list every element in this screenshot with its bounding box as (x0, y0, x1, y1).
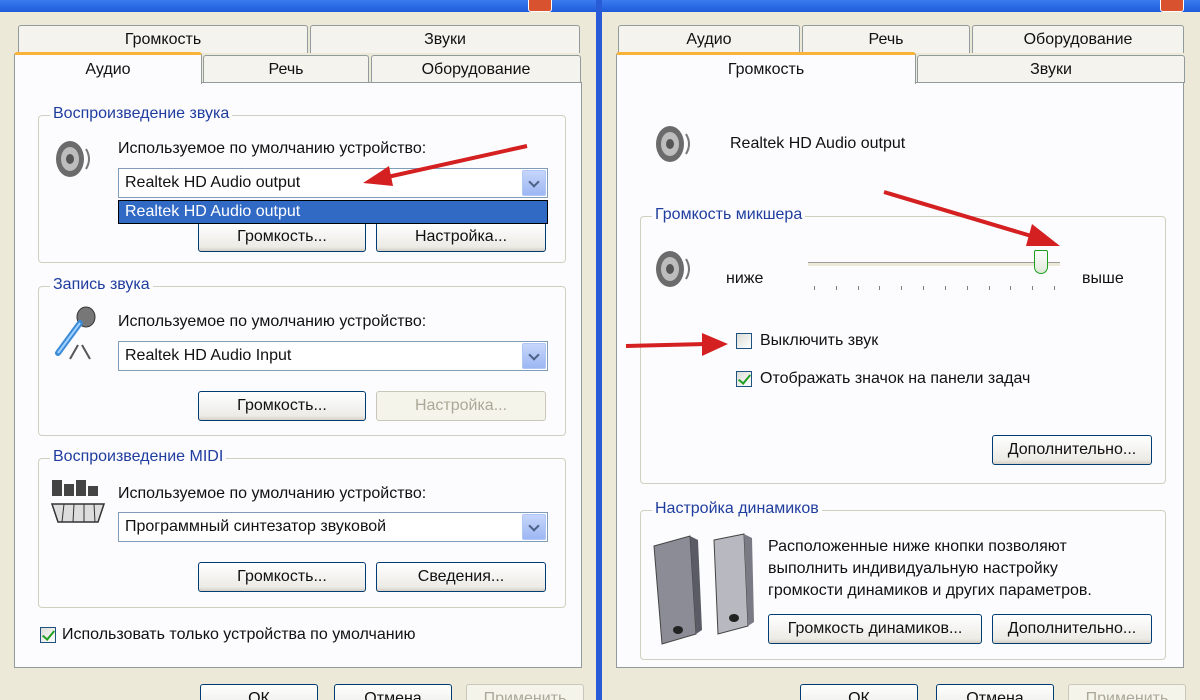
tab-speech[interactable]: Речь (203, 55, 369, 83)
speaker-icon (650, 245, 698, 293)
volume-slider-tick (879, 286, 880, 290)
volume-slider-tick (989, 286, 990, 290)
recording-device-label: Используемое по умолчанию устройство: (118, 313, 427, 330)
speaker-icon (50, 135, 98, 183)
volume-slider-tick (923, 286, 924, 290)
tab-sounds[interactable]: Звуки (310, 25, 580, 53)
right-cancel-button[interactable]: Отмена (936, 684, 1054, 700)
midi-group-label: Воспроизведение MIDI (50, 448, 227, 466)
playback-volume-button[interactable]: Громкость... (198, 222, 366, 252)
tab-volume[interactable]: Громкость (18, 25, 308, 53)
volume-slider-track (808, 262, 1060, 267)
midi-device-select[interactable]: Программный синтезатор звуковой (118, 512, 548, 542)
tab-audio[interactable]: Аудио (14, 52, 202, 84)
volume-slider-tick (1054, 286, 1055, 290)
speaker-icon (650, 120, 698, 168)
playback-group-label: Воспроизведение звука (50, 105, 233, 123)
recording-volume-button[interactable]: Громкость... (198, 391, 366, 421)
recording-device-select[interactable]: Realtek HD Audio Input (118, 341, 548, 371)
speaker-volume-button[interactable]: Громкость динамиков... (768, 614, 982, 644)
volume-slider-tick (945, 286, 946, 290)
midi-device-label: Используемое по умолчанию устройство: (118, 485, 427, 502)
recording-group-label: Запись звука (50, 276, 153, 294)
tray-icon-label: Отображать значок на панели задач (760, 370, 1031, 387)
tab-hardware[interactable]: Оборудование (972, 25, 1184, 53)
use-default-only-checkbox[interactable] (40, 627, 56, 643)
volume-slider-tick (858, 286, 859, 290)
speakers-icon (648, 530, 756, 648)
midi-volume-button[interactable]: Громкость... (198, 562, 366, 592)
tab-hardware-label: Оборудование (421, 60, 531, 78)
mixer-advanced-button[interactable]: Дополнительно... (992, 435, 1152, 465)
volume-high-label: выше (1082, 270, 1124, 287)
microphone-icon (48, 305, 100, 361)
mute-label: Выключить звук (760, 332, 879, 349)
volume-slider-tick (1010, 286, 1011, 290)
tray-icon-checkbox[interactable] (736, 371, 752, 387)
speakers-description-line-1: Расположенные ниже кнопки позволяют (768, 538, 1067, 555)
speakers-group-label: Настройка динамиков (652, 500, 822, 518)
recording-settings-button: Настройка... (376, 391, 546, 421)
use-default-only-label: Использовать только устройства по умолча… (62, 626, 416, 643)
volume-slider-tick (836, 286, 837, 290)
annotation-arrow-icon (363, 144, 528, 186)
volume-low-label: ниже (726, 270, 764, 287)
mixer-group-label: Громкость микшера (652, 206, 806, 224)
tab-sounds-label: Звуки (1030, 60, 1072, 78)
volume-slider[interactable] (808, 250, 1060, 296)
tab-speech[interactable]: Речь (802, 25, 970, 53)
left-apply-button: Применить (466, 684, 584, 700)
tab-speech-label: Речь (868, 30, 904, 48)
volume-slider-tick (967, 286, 968, 290)
left-close-button[interactable] (528, 0, 552, 12)
tab-audio[interactable]: Аудио (618, 25, 800, 53)
midi-device-value: Программный синтезатор звуковой (125, 518, 387, 535)
speakers-advanced-button[interactable]: Дополнительно... (992, 614, 1152, 644)
volume-slider-tick (1032, 286, 1033, 290)
tab-speech-label: Речь (268, 60, 304, 78)
volume-slider-tick (901, 286, 902, 290)
speakers-description-line-2: выполнить индивидуальную настройку (768, 560, 1058, 577)
tab-sounds[interactable]: Звуки (917, 55, 1185, 83)
annotation-arrow-icon (883, 190, 1060, 246)
left-cancel-button[interactable]: Отмена (334, 684, 452, 700)
volume-slider-tick (814, 286, 815, 290)
tab-hardware-label: Оборудование (1023, 30, 1133, 48)
mute-checkbox[interactable] (736, 333, 752, 349)
left-ok-button[interactable]: ОК (200, 684, 318, 700)
playback-dropdown-option[interactable]: Realtek HD Audio output (118, 200, 548, 224)
left-title-bar (0, 0, 596, 12)
tab-audio-label: Аудио (85, 60, 131, 78)
tab-hardware[interactable]: Оборудование (371, 55, 581, 83)
playback-device-value: Realtek HD Audio output (125, 174, 301, 191)
right-ok-button[interactable]: ОК (800, 684, 918, 700)
right-dialog: Аудио Речь Оборудование Громкость Звуки … (602, 0, 1200, 700)
midi-info-button[interactable]: Сведения... (376, 562, 546, 592)
tab-volume[interactable]: Громкость (616, 52, 916, 84)
left-dialog: Громкость Звуки Аудио Речь Оборудование … (0, 0, 596, 700)
right-close-button[interactable] (1160, 0, 1184, 12)
playback-settings-button[interactable]: Настройка... (376, 222, 546, 252)
right-title-bar (602, 0, 1200, 12)
tab-sounds-label: Звуки (424, 30, 466, 48)
chevron-down-icon[interactable] (522, 343, 546, 369)
right-apply-button: Применить (1068, 684, 1186, 700)
device-name: Realtek HD Audio output (730, 135, 906, 152)
midi-keyboard-icon (50, 478, 106, 528)
annotation-arrow-icon (625, 333, 728, 356)
tab-volume-label: Громкость (727, 60, 805, 78)
tab-volume-label: Громкость (124, 30, 202, 48)
chevron-down-icon[interactable] (522, 514, 546, 540)
recording-device-value: Realtek HD Audio Input (125, 347, 292, 364)
speakers-description-line-3: громкости динамиков и других параметров. (768, 582, 1092, 599)
tab-audio-label: Аудио (686, 30, 732, 48)
